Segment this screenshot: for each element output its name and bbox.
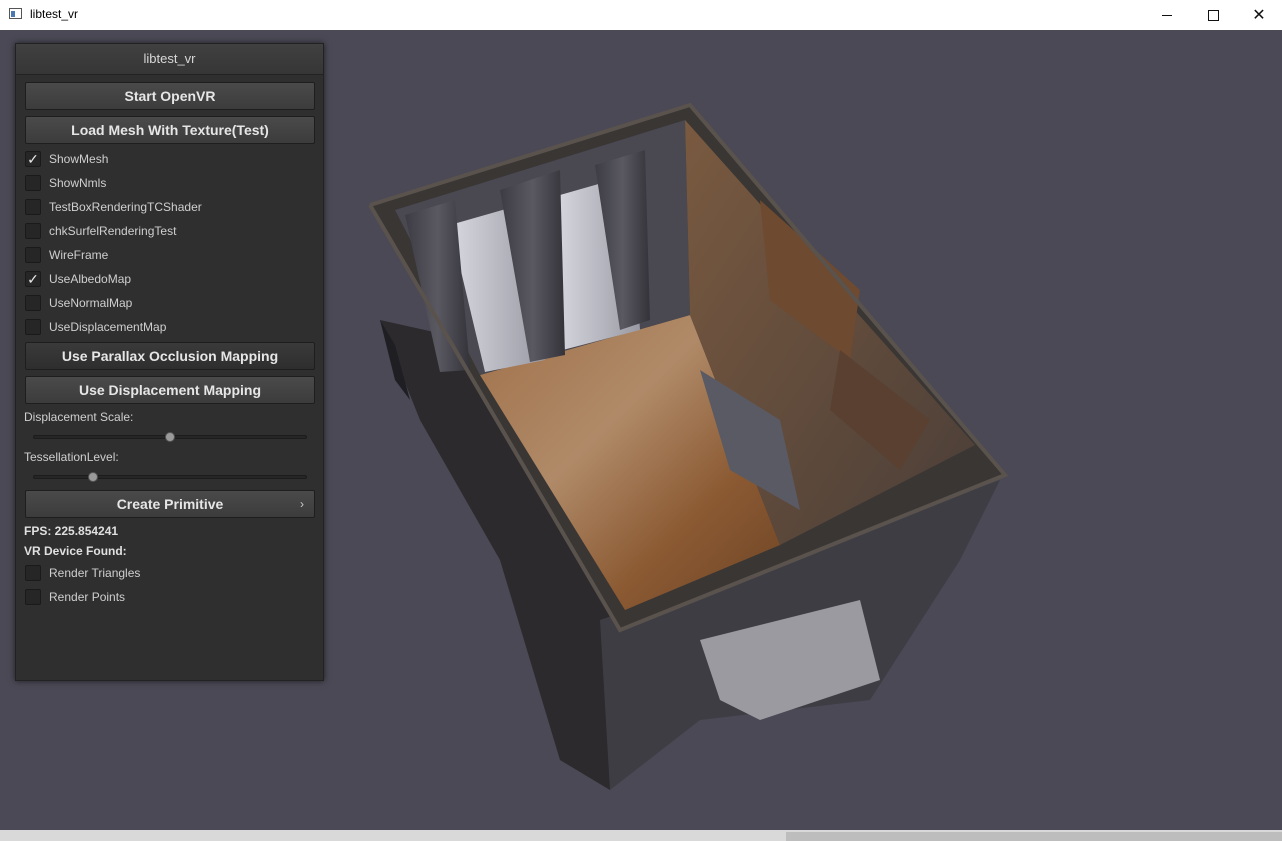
panel-title[interactable]: libtest_vr bbox=[16, 44, 323, 75]
tessellation-level-label: TessellationLevel: bbox=[24, 450, 119, 464]
checkbox-label: WireFrame bbox=[49, 248, 109, 262]
displacement-scale-label: Displacement Scale: bbox=[24, 410, 134, 424]
minimize-button[interactable] bbox=[1144, 0, 1190, 30]
checkbox-testboxrendering[interactable]: TestBoxRenderingTCShader bbox=[25, 197, 202, 217]
checkbox-usedisplacementmap[interactable]: UseDisplacementMap bbox=[25, 317, 166, 337]
bottom-scrollbar[interactable] bbox=[0, 830, 1282, 841]
maximize-icon bbox=[1207, 9, 1219, 21]
fps-readout: FPS: 225.854241 bbox=[24, 524, 119, 538]
checkbox-usealbedomap[interactable]: ✓ UseAlbedoMap bbox=[25, 269, 131, 289]
slider-knob[interactable] bbox=[88, 472, 99, 482]
checkbox-surfelrendering[interactable]: chkSurfelRenderingTest bbox=[25, 221, 176, 241]
checkbox-wireframe[interactable]: WireFrame bbox=[25, 245, 108, 265]
close-icon: ✕ bbox=[1252, 7, 1266, 24]
checkbox-label: UseAlbedoMap bbox=[49, 272, 132, 286]
start-openvr-button[interactable]: Start OpenVR bbox=[25, 82, 315, 110]
minimize-icon bbox=[1162, 14, 1172, 16]
checkbox-label: ShowNmls bbox=[49, 176, 107, 190]
slider-knob[interactable] bbox=[165, 432, 175, 442]
checkbox-showmesh[interactable]: ✓ ShowMesh bbox=[25, 149, 108, 169]
maximize-button[interactable] bbox=[1190, 0, 1236, 30]
displacement-mapping-button[interactable]: Use Displacement Mapping bbox=[25, 376, 315, 404]
checkbox-box[interactable] bbox=[25, 319, 41, 335]
tessellation-level-slider[interactable] bbox=[33, 470, 307, 484]
checkbox-box[interactable] bbox=[25, 247, 41, 263]
displacement-scale-slider[interactable] bbox=[33, 430, 307, 444]
window-title: libtest_vr bbox=[30, 7, 79, 21]
chevron-right-icon: › bbox=[300, 497, 304, 511]
checkbox-label: UseDisplacementMap bbox=[49, 320, 167, 334]
checkbox-box[interactable] bbox=[25, 223, 41, 239]
checkbox-box[interactable]: ✓ bbox=[25, 271, 41, 287]
checkbox-label: UseNormalMap bbox=[49, 296, 133, 310]
checkbox-label: Render Triangles bbox=[49, 566, 141, 580]
checkbox-shownmls[interactable]: ShowNmls bbox=[25, 173, 106, 193]
checkbox-usenormalmap[interactable]: UseNormalMap bbox=[25, 293, 132, 313]
app-icon bbox=[9, 8, 22, 19]
parallax-occlusion-button[interactable]: Use Parallax Occlusion Mapping bbox=[25, 342, 315, 370]
checkmark-icon: ✓ bbox=[27, 151, 39, 167]
checkbox-box[interactable]: ✓ bbox=[25, 151, 41, 167]
checkbox-box[interactable] bbox=[25, 199, 41, 215]
checkbox-box[interactable] bbox=[25, 589, 41, 605]
checkbox-box[interactable] bbox=[25, 565, 41, 581]
window-titlebar: libtest_vr ✕ bbox=[0, 0, 1282, 31]
checkbox-label: TestBoxRenderingTCShader bbox=[49, 200, 202, 214]
checkbox-label: chkSurfelRenderingTest bbox=[49, 224, 177, 238]
slider-track[interactable] bbox=[33, 475, 307, 479]
checkbox-render-points[interactable]: Render Points bbox=[25, 587, 125, 607]
checkbox-box[interactable] bbox=[25, 295, 41, 311]
create-primitive-label: Create Primitive bbox=[116, 496, 224, 512]
gui-panel: libtest_vr Start OpenVR Load Mesh With T… bbox=[15, 43, 324, 681]
checkbox-label: Render Points bbox=[49, 590, 126, 604]
checkbox-box[interactable] bbox=[25, 175, 41, 191]
close-button[interactable]: ✕ bbox=[1236, 0, 1282, 30]
create-primitive-button[interactable]: Create Primitive › bbox=[25, 490, 315, 518]
vr-device-status: VR Device Found: bbox=[24, 544, 127, 558]
checkbox-render-triangles[interactable]: Render Triangles bbox=[25, 563, 140, 583]
load-mesh-button[interactable]: Load Mesh With Texture(Test) bbox=[25, 116, 315, 144]
checkbox-label: ShowMesh bbox=[49, 152, 109, 166]
checkmark-icon: ✓ bbox=[27, 271, 39, 287]
scrollbar-thumb[interactable] bbox=[786, 832, 1282, 841]
